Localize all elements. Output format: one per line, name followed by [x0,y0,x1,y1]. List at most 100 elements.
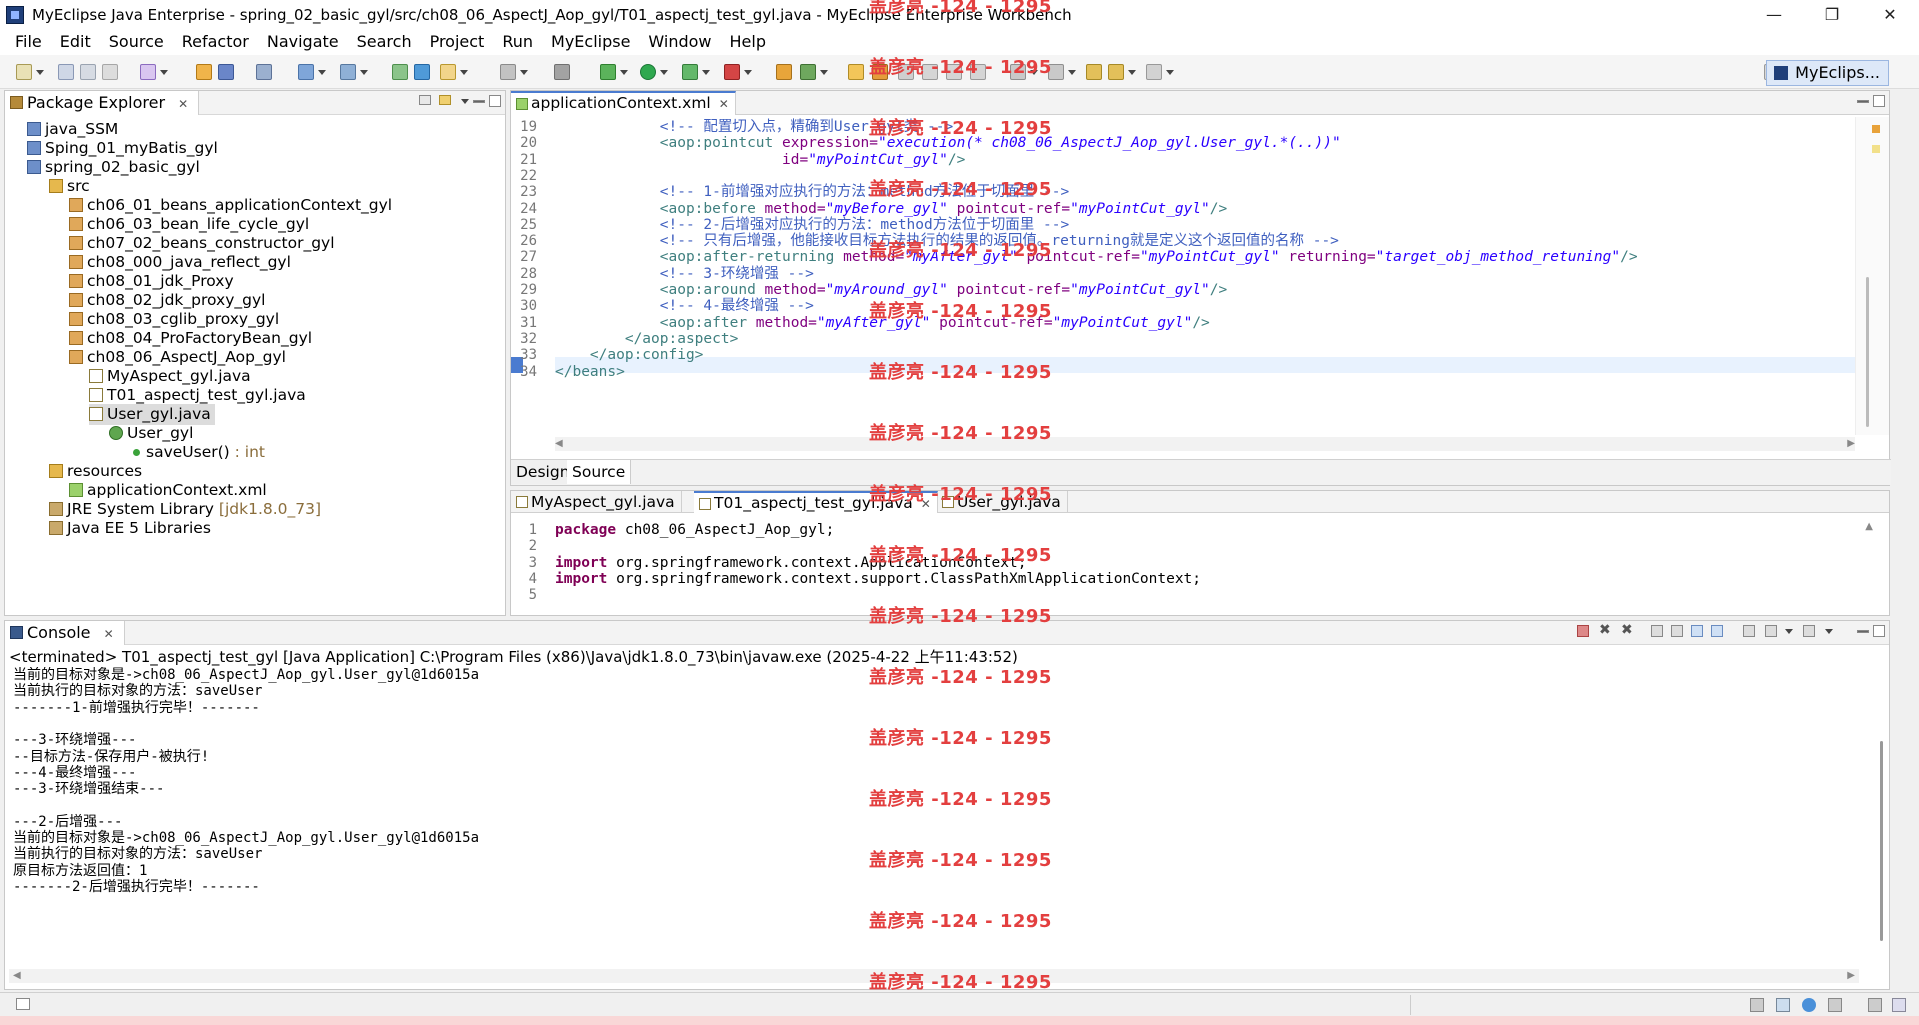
vertical-scrollbar[interactable] [1880,741,1883,941]
menu-navigate[interactable]: Navigate [258,29,348,55]
tree-item-package[interactable]: ch07_02_beans_constructor_gyl [69,233,335,254]
back-dropdown-icon[interactable] [1128,70,1136,75]
tree-item-package[interactable]: ch08_02_jdk_proxy_gyl [69,290,265,311]
run-dropdown-icon[interactable] [660,70,668,75]
warning-marker-icon[interactable] [1872,125,1880,133]
menu-search[interactable]: Search [348,29,421,55]
close-icon[interactable]: ✕ [178,97,188,111]
maximize-button[interactable]: ❐ [1803,0,1861,29]
horizontal-scrollbar[interactable]: ◀ ▶ [555,437,1855,451]
maximize-view-icon[interactable] [489,95,501,107]
source-tab[interactable]: Source [567,460,632,484]
pin-console-icon[interactable] [1743,625,1755,637]
remove-launch-icon[interactable]: ✖ [1599,623,1611,637]
toggle-icon[interactable] [500,64,516,80]
tab-t01-aspectj-test-java[interactable]: T01_aspectj_test_gyl.java ✕ [694,491,938,513]
open-console-dropdown-icon[interactable] [1825,629,1833,634]
new-dropdown-icon[interactable] [36,70,44,75]
tab-user-gyl-java[interactable]: User_gyl.java [937,491,1068,513]
forward-icon[interactable] [1146,64,1162,80]
print-icon[interactable] [102,64,118,80]
debug-config-icon[interactable] [298,64,314,80]
toggle-dropdown-icon[interactable] [520,70,528,75]
tree-item-java-file[interactable]: T01_aspectj_test_gyl.java [89,385,306,406]
build-icon[interactable] [776,64,792,80]
scroll-up-icon[interactable]: ▲ [1865,521,1873,532]
debug-icon[interactable] [600,64,616,80]
run-ext-icon[interactable] [682,64,698,80]
tree-item-package[interactable]: ch06_03_bean_life_cycle_gyl [69,214,309,235]
package-explorer-tab[interactable]: Package Explorer ✕ [5,91,200,115]
status-sync-icon[interactable] [1776,998,1790,1012]
format-icon[interactable] [970,64,986,80]
next-annotation-dropdown-icon[interactable] [1030,70,1038,75]
minimize-editor-icon[interactable] [1857,100,1869,103]
minimize-view-icon[interactable] [473,100,485,103]
tree-item-java-file[interactable]: MyAspect_gyl.java [89,366,251,387]
tree-item-package[interactable]: ch08_06_AspectJ_Aop_gyl [69,347,286,368]
tree-item-jre-library[interactable]: JRE System Library [jdk1.8.0_73] [49,499,321,520]
tree-item-src[interactable]: src [49,176,90,197]
menu-source[interactable]: Source [100,29,173,55]
menu-help[interactable]: Help [721,29,775,55]
close-icon[interactable]: ✕ [719,97,729,111]
clear-console-icon[interactable] [1651,625,1663,637]
show-stderr-icon[interactable] [1711,625,1723,637]
tree-item-method[interactable]: saveUser() : int [131,442,265,463]
maximize-editor-icon[interactable] [1873,95,1885,107]
tab-application-context-xml[interactable]: applicationContext.xml ✕ [511,91,736,115]
save-all-icon[interactable] [80,64,96,80]
open-type-icon[interactable] [256,64,272,80]
menu-refactor[interactable]: Refactor [173,29,258,55]
close-icon[interactable]: ✕ [104,627,114,641]
menu-myeclipse[interactable]: MyEclipse [542,29,639,55]
show-stdout-icon[interactable] [1691,625,1703,637]
block-icon[interactable] [946,64,962,80]
open-folder-dropdown-icon[interactable] [460,70,468,75]
menu-edit[interactable]: Edit [51,29,100,55]
package-icon[interactable] [848,64,864,80]
open-console-icon[interactable] [1803,625,1815,637]
minimize-view-icon[interactable] [1857,630,1869,633]
tab-myaspect-java[interactable]: MyAspect_gyl.java [511,491,682,513]
vertical-scrollbar[interactable] [1866,277,1869,427]
tree-item-java-ssm[interactable]: java_SSM [27,119,118,140]
back-icon[interactable] [1108,64,1124,80]
debug-config-dropdown-icon[interactable] [318,70,326,75]
tree-item-package[interactable]: ch08_04_ProFactoryBean_gyl [69,328,312,349]
tree-item-java-file-selected[interactable]: User_gyl.java [89,404,215,425]
console-tab[interactable]: Console ✕ [5,621,125,645]
db-icon[interactable] [392,64,408,80]
maximize-view-icon[interactable] [1873,625,1885,637]
fast-view-icon[interactable] [16,998,30,1010]
terminal-icon[interactable] [554,64,570,80]
mark-icon[interactable] [922,64,938,80]
terminate-icon[interactable] [1577,625,1589,637]
tree-item-package[interactable]: ch06_01_beans_applicationContext_gyl [69,195,392,216]
java-code-area[interactable]: 1 package ch08_06_AspectJ_Aop_gyl; 2 3 impor… [511,518,1856,616]
refresh-dropdown-icon[interactable] [820,70,828,75]
horizontal-scrollbar[interactable]: ◀ ▶ [9,969,1859,983]
forward-dropdown-icon[interactable] [1166,70,1174,75]
run-ext-dropdown-icon[interactable] [702,70,710,75]
new-project-icon[interactable] [140,64,156,80]
menu-file[interactable]: File [6,29,51,55]
tree-item-xml-file[interactable]: applicationContext.xml [69,480,267,501]
status-tools-icon[interactable] [1828,998,1842,1012]
minimize-button[interactable]: — [1745,0,1803,29]
last-edit-icon[interactable] [1086,64,1102,80]
new-project-dropdown-icon[interactable] [160,70,168,75]
console-output[interactable]: 当前的目标对象是->ch08_06_AspectJ_Aop_gyl.User_g… [5,667,1861,967]
menu-window[interactable]: Window [639,29,720,55]
close-icon[interactable]: ✕ [921,497,931,511]
refresh-icon[interactable] [800,64,816,80]
prev-annotation-dropdown-icon[interactable] [1068,70,1076,75]
tools-icon[interactable] [340,64,356,80]
deploy-icon[interactable] [196,64,212,80]
browser-icon[interactable] [414,64,430,80]
annotation-icon[interactable] [898,64,914,80]
stop-icon[interactable] [724,64,740,80]
status-task-icon[interactable] [1750,998,1764,1012]
scroll-lock-icon[interactable] [1671,625,1683,637]
link-editor-icon[interactable] [439,95,451,105]
